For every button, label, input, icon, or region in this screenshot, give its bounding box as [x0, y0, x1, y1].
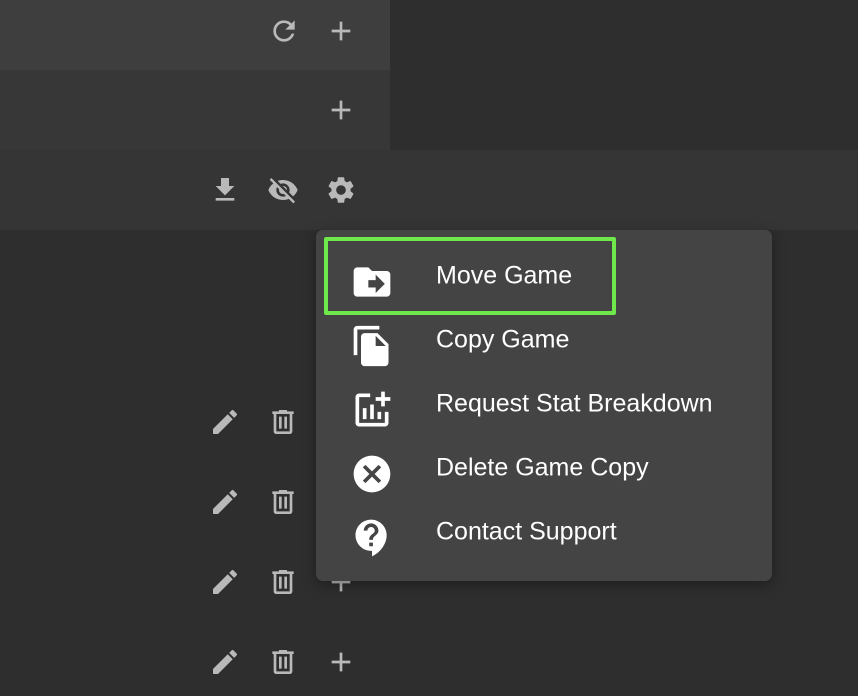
trash-icon[interactable]: [267, 486, 299, 518]
menu-item-copy-game[interactable]: Copy Game: [316, 310, 772, 374]
refresh-icon[interactable]: [268, 15, 300, 47]
toolbar-row-3: [0, 150, 858, 230]
gear-icon[interactable]: [325, 174, 357, 206]
menu-item-contact-support[interactable]: Contact Support: [316, 502, 772, 566]
trash-icon[interactable]: [267, 566, 299, 598]
pencil-icon[interactable]: [209, 646, 241, 678]
menu-item-label: Move Game: [436, 261, 573, 290]
menu-item-request-stat-breakdown[interactable]: Request Stat Breakdown: [316, 374, 772, 438]
download-icon[interactable]: [209, 174, 241, 206]
pencil-icon[interactable]: [209, 406, 241, 438]
menu-item-label: Copy Game: [436, 325, 570, 354]
eye-off-icon[interactable]: [267, 174, 299, 206]
pencil-icon[interactable]: [209, 486, 241, 518]
menu-item-move-game[interactable]: Move Game: [316, 246, 772, 310]
menu-item-label: Contact Support: [436, 517, 617, 546]
empty-area: [390, 0, 858, 150]
trash-icon[interactable]: [267, 646, 299, 678]
close-circle-icon: [350, 452, 394, 496]
context-menu: Move Game Copy Game Request Stat Breakdo…: [316, 230, 772, 581]
menu-item-label: Delete Game Copy: [436, 453, 649, 482]
pencil-icon[interactable]: [209, 566, 241, 598]
copy-icon: [350, 324, 394, 368]
menu-item-delete-game-copy[interactable]: Delete Game Copy: [316, 438, 772, 502]
help-bubble-icon: [350, 516, 394, 560]
plus-icon[interactable]: [325, 15, 357, 47]
folder-move-icon: [350, 260, 394, 304]
plus-icon[interactable]: [325, 94, 357, 126]
stats-add-icon: [350, 388, 394, 432]
trash-icon[interactable]: [267, 406, 299, 438]
plus-icon[interactable]: [325, 646, 357, 678]
menu-item-label: Request Stat Breakdown: [436, 389, 713, 418]
